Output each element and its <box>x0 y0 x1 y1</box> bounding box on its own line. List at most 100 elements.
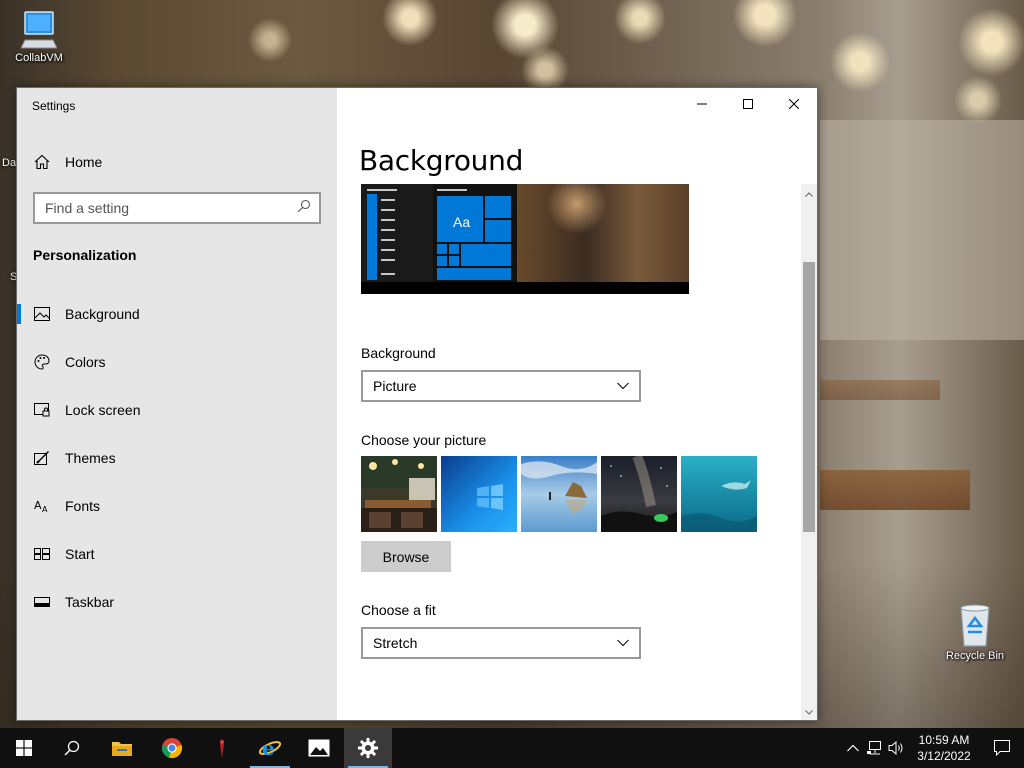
table-surface <box>820 470 970 510</box>
table-surface <box>820 380 940 400</box>
sidebar-item-label: Colors <box>65 354 106 370</box>
sidebar-item-lock-screen[interactable]: Lock screen <box>17 390 337 430</box>
photos-icon <box>308 739 330 757</box>
svg-text:A: A <box>34 499 42 512</box>
desktop-icon-recycle-bin[interactable]: Recycle Bin <box>940 602 1010 662</box>
preview-wallpaper <box>517 184 689 282</box>
fonts-icon: AA <box>33 497 51 515</box>
start-button[interactable] <box>0 728 48 768</box>
picture-thumbnail-windows[interactable] <box>441 456 517 532</box>
sidebar-item-label: Taskbar <box>65 594 115 610</box>
home-label: Home <box>65 154 103 170</box>
chevron-up-icon <box>805 191 813 197</box>
settings-window: Settings Home Personalization Background <box>16 87 818 721</box>
picture-thumbnail-underwater[interactable] <box>681 456 757 532</box>
start-icon <box>33 545 51 563</box>
clock-date: 3/12/2022 <box>917 749 971 763</box>
choose-fit-dropdown[interactable]: Stretch <box>361 627 641 659</box>
sidebar-item-colors[interactable]: Colors <box>17 342 337 382</box>
chevron-down-icon <box>805 709 813 715</box>
palette-icon <box>33 353 51 371</box>
windows-logo-icon <box>16 740 32 756</box>
app-icon <box>220 738 224 758</box>
choose-fit-label: Choose a fit <box>361 602 436 618</box>
search-icon <box>297 199 311 218</box>
svg-text:e: e <box>262 737 275 759</box>
picture-thumbnail-cafe[interactable] <box>361 456 437 532</box>
choose-fit-value: Stretch <box>373 635 418 651</box>
background-type-label: Background <box>361 345 436 361</box>
section-heading: Personalization <box>33 247 137 263</box>
background-preview: Aa <box>361 184 689 294</box>
sidebar-item-label: Background <box>65 306 140 322</box>
sidebar-item-themes[interactable]: Themes <box>17 438 337 478</box>
lock-screen-icon <box>33 401 51 419</box>
desktop-icon-label: Recycle Bin <box>945 650 1005 662</box>
preview-taskbar <box>361 282 689 294</box>
sidebar-item-label: Start <box>65 546 95 562</box>
settings-sidebar: Settings Home Personalization Background <box>17 88 337 720</box>
home-link[interactable]: Home <box>33 152 333 172</box>
taskbar-internet-explorer[interactable]: e <box>246 728 294 768</box>
window-title: Settings <box>32 99 76 113</box>
tray-overflow-button[interactable] <box>842 728 864 768</box>
taskbar-settings[interactable] <box>344 728 392 768</box>
sidebar-item-label: Fonts <box>65 498 101 514</box>
settings-content: Background Aa Background Picture Choose … <box>337 88 803 720</box>
volume-icon <box>888 741 903 755</box>
sidebar-item-label: Lock screen <box>65 402 141 418</box>
taskbar-clock[interactable]: 10:59 AM 3/12/2022 <box>908 732 980 764</box>
tray-volume[interactable] <box>886 728 908 768</box>
sidebar-item-taskbar[interactable]: Taskbar <box>17 582 337 622</box>
svg-text:A: A <box>42 505 48 513</box>
search-button[interactable] <box>48 728 96 768</box>
themes-icon <box>33 449 51 467</box>
taskbar-icon <box>33 593 51 611</box>
background-type-value: Picture <box>373 378 417 394</box>
scroll-down-button[interactable] <box>801 704 817 720</box>
chevron-down-icon <box>617 382 629 390</box>
desktop-icon-label: CollabVM <box>15 52 63 64</box>
scroll-up-button[interactable] <box>801 186 817 202</box>
internet-explorer-icon: e <box>258 737 282 759</box>
picture-thumbnail-night-sky[interactable] <box>601 456 677 532</box>
scroll-thumb[interactable] <box>803 262 815 532</box>
desktop-partial-label: Da <box>2 157 17 169</box>
find-setting-search[interactable] <box>33 192 321 224</box>
tray-network[interactable] <box>864 728 886 768</box>
notification-icon <box>994 740 1010 756</box>
desktop-icon-collabvm[interactable]: CollabVM <box>4 10 74 64</box>
taskbar-chrome[interactable] <box>148 728 196 768</box>
taskbar: e 10:59 AM 3/12/2022 <box>0 728 1024 768</box>
taskbar-app[interactable] <box>198 728 246 768</box>
chevron-down-icon <box>617 639 629 647</box>
taskbar-photos[interactable] <box>295 728 343 768</box>
search-input[interactable] <box>45 200 297 216</box>
choose-picture-label: Choose your picture <box>361 432 487 448</box>
preview-tiles <box>437 189 511 280</box>
search-icon <box>64 740 80 756</box>
browse-button[interactable]: Browse <box>361 541 451 572</box>
chrome-icon <box>162 738 183 759</box>
wall-panel <box>820 120 1024 340</box>
computer-icon <box>21 11 57 49</box>
picture-icon <box>33 305 51 323</box>
chevron-up-icon <box>847 744 859 752</box>
content-scrollbar[interactable] <box>801 184 817 720</box>
sidebar-item-label: Themes <box>65 450 116 466</box>
taskbar-file-explorer[interactable] <box>98 728 146 768</box>
file-explorer-icon <box>112 742 132 756</box>
background-type-dropdown[interactable]: Picture <box>361 370 641 402</box>
settings-icon <box>358 738 378 758</box>
clock-time: 10:59 AM <box>918 733 970 747</box>
action-center-button[interactable] <box>980 728 1024 768</box>
recycle-bin-icon <box>960 604 990 647</box>
sidebar-item-start[interactable]: Start <box>17 534 337 574</box>
network-icon <box>867 741 881 755</box>
system-tray: 10:59 AM 3/12/2022 <box>842 728 1024 768</box>
home-icon <box>33 153 51 171</box>
sidebar-item-background[interactable]: Background <box>17 294 337 334</box>
preview-start-menu <box>361 184 433 282</box>
sidebar-item-fonts[interactable]: AA Fonts <box>17 486 337 526</box>
picture-thumbnail-beach[interactable] <box>521 456 597 532</box>
